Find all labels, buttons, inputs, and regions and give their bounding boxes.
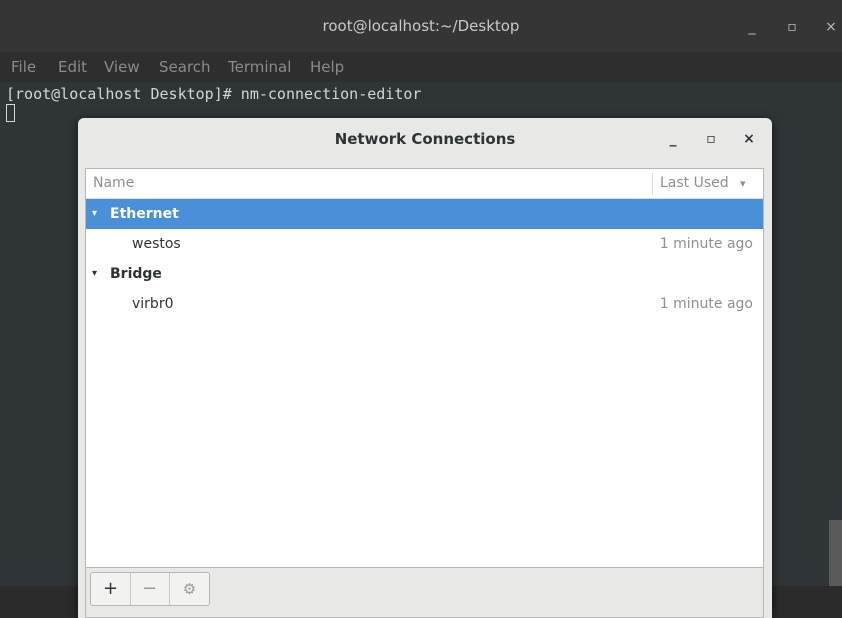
terminal-title: root@localhost:~/Desktop [322,17,520,35]
list-header: Name Last Used ▾ [86,169,763,199]
sort-descending-icon[interactable]: ▾ [740,169,746,198]
terminal-maximize-button[interactable]: ▫ [783,18,801,36]
menu-search[interactable]: Search [159,52,211,82]
connection-row-virbr0[interactable]: virbr0 1 minute ago [86,289,763,319]
menu-edit[interactable]: Edit [58,52,87,82]
dialog-maximize-button[interactable]: ▫ [702,130,720,148]
connection-name: westos [132,236,181,252]
expander-down-icon[interactable]: ▾ [92,259,97,289]
menu-terminal[interactable]: Terminal [228,52,291,82]
add-connection-button[interactable]: + [91,573,131,605]
terminal-menubar: File Edit View Search Terminal Help [0,52,842,82]
group-label-ethernet: Ethernet [110,206,179,222]
remove-connection-button[interactable]: − [130,573,170,605]
menu-view[interactable]: View [104,52,140,82]
column-separator [652,173,653,195]
connection-last-used: 1 minute ago [659,236,753,252]
gear-icon[interactable]: ⚙ [170,573,209,605]
terminal-cursor [6,104,15,122]
connection-row-westos[interactable]: westos 1 minute ago [86,229,763,259]
group-row-bridge[interactable]: ▾ Bridge [86,259,763,289]
terminal-close-button[interactable]: × [822,18,840,36]
dialog-minimize-button[interactable]: _ [664,130,682,148]
menu-file[interactable]: File [11,52,36,82]
column-header-last-used[interactable]: Last Used [660,169,729,198]
menu-help[interactable]: Help [310,52,344,82]
group-label-bridge: Bridge [110,266,162,282]
terminal-prompt-line: [root@localhost Desktop]# nm-connection-… [6,85,422,103]
terminal-minimize-button[interactable]: _ [743,18,761,36]
connection-list[interactable]: Name Last Used ▾ ▾ Ethernet westos 1 min… [85,168,764,568]
connection-name: virbr0 [132,296,174,312]
column-header-name[interactable]: Name [93,169,134,198]
connection-last-used: 1 minute ago [659,296,753,312]
terminal-titlebar: root@localhost:~/Desktop _ ▫ × [0,0,842,52]
toolbar-button-group: + − ⚙ [90,572,210,606]
network-connections-dialog: Network Connections _ ▫ × Name Last Used… [78,118,772,618]
group-row-ethernet[interactable]: ▾ Ethernet [86,199,763,229]
background-panel [829,520,842,586]
list-toolbar: + − ⚙ [85,568,764,618]
dialog-close-button[interactable]: × [740,130,758,148]
expander-down-icon[interactable]: ▾ [92,199,97,229]
